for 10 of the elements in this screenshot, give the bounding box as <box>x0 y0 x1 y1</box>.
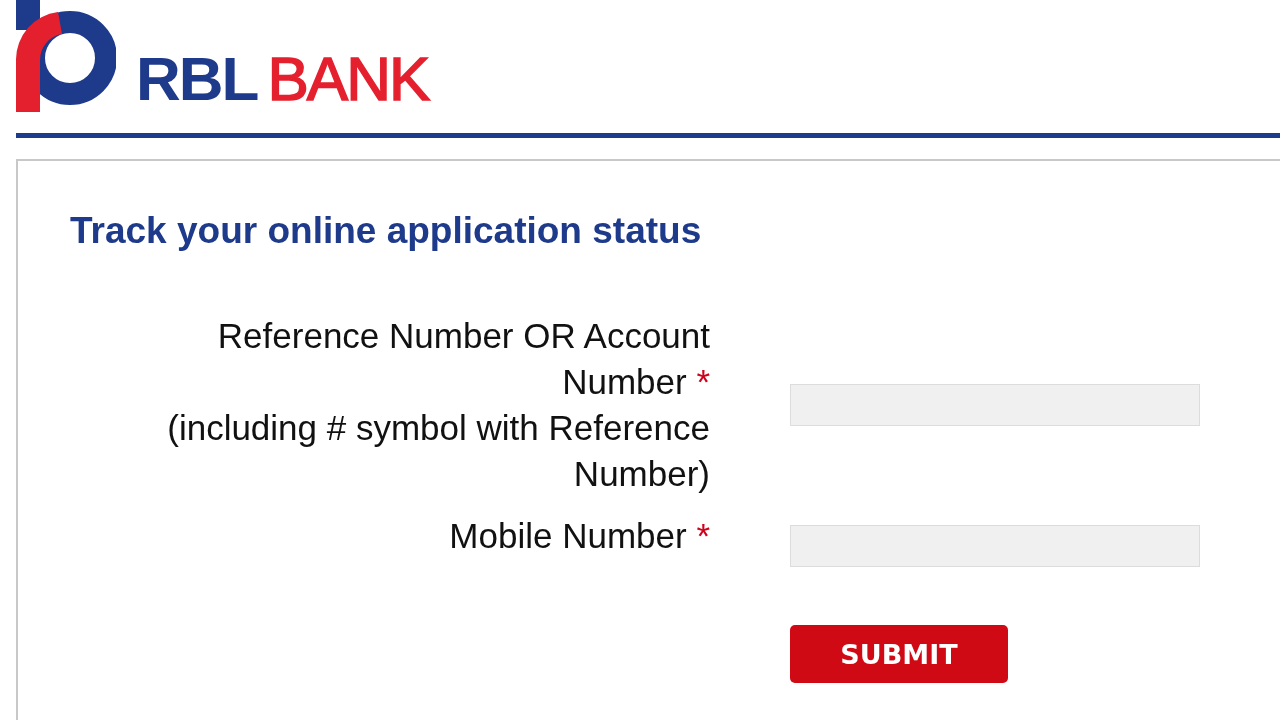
logo-wordmark: RBL <box>136 48 258 110</box>
field-label: Reference Number OR Account Number * <box>216 315 710 403</box>
input-field[interactable] <box>790 525 1200 567</box>
logo-icon <box>16 0 116 112</box>
input-field[interactable] <box>790 384 1200 426</box>
form-title: Track your online application status <box>70 209 703 253</box>
field-label: Mobile Number * <box>449 515 710 557</box>
submit-button[interactable]: SUBMIT <box>790 625 1008 683</box>
logo-wordmark-bank: BANK <box>267 48 429 110</box>
field-note: (including # symbol with Reference Number) <box>166 407 710 495</box>
